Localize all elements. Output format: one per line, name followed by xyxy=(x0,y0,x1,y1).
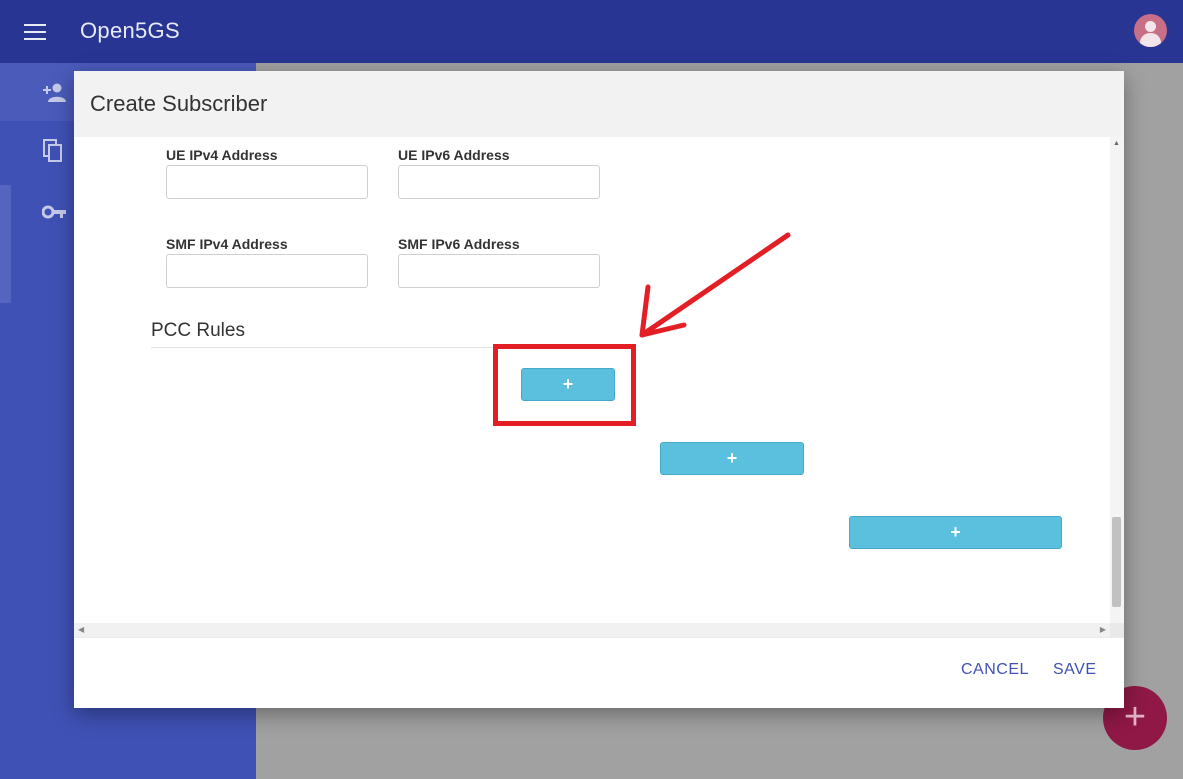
smf-ipv6-input[interactable] xyxy=(398,254,600,288)
smf-ipv4-label: SMF IPv4 Address xyxy=(166,236,288,252)
annotation-highlight-box xyxy=(493,344,636,426)
key-icon[interactable] xyxy=(41,203,68,226)
pcc-rules-title: PCC Rules xyxy=(151,320,245,341)
scrollbar-thumb[interactable] xyxy=(1112,517,1121,607)
smf-ipv4-input[interactable] xyxy=(166,254,368,288)
person-add-icon[interactable] xyxy=(42,81,66,109)
dialog-title: Create Subscriber xyxy=(90,91,268,116)
add-pcc-item-button[interactable]: + xyxy=(849,516,1062,549)
scrollbar-corner xyxy=(1110,623,1124,637)
ue-ipv6-label: UE IPv6 Address xyxy=(398,147,510,163)
annotation-arrow xyxy=(639,232,791,338)
ue-ipv4-label: UE IPv4 Address xyxy=(166,147,278,163)
copy-icon[interactable] xyxy=(42,139,64,169)
account-circle-icon[interactable] xyxy=(1134,14,1167,47)
scroll-left-icon[interactable]: ◀ xyxy=(78,625,84,634)
footer-divider xyxy=(74,637,1124,638)
ue-ipv4-input[interactable] xyxy=(166,165,368,199)
dialog-header: Create Subscriber xyxy=(74,71,1124,137)
smf-ipv6-label: SMF IPv6 Address xyxy=(398,236,520,252)
app-title: Open5GS xyxy=(80,18,180,43)
add-flow-button[interactable]: + xyxy=(660,442,804,475)
add-icon: + xyxy=(1123,696,1147,738)
scroll-up-icon[interactable]: ▲ xyxy=(1113,140,1120,147)
app-bar: Open5GS xyxy=(0,0,1183,63)
plus-icon: + xyxy=(726,448,738,468)
create-subscriber-dialog: Create Subscriber UE IPv4 Address UE IPv… xyxy=(74,71,1124,708)
section-divider xyxy=(151,347,501,348)
ue-ipv6-input[interactable] xyxy=(398,165,600,199)
sidebar-selection-strip xyxy=(0,185,11,303)
horizontal-scrollbar[interactable]: ◀ ▶ xyxy=(74,623,1110,637)
save-button[interactable]: SAVE xyxy=(1053,661,1097,679)
plus-icon: + xyxy=(950,522,961,542)
vertical-scrollbar[interactable]: ▲ xyxy=(1110,137,1124,623)
menu-icon[interactable] xyxy=(24,24,46,40)
scroll-right-icon[interactable]: ▶ xyxy=(1100,625,1106,634)
cancel-button[interactable]: CANCEL xyxy=(961,661,1029,679)
dialog-content: UE IPv4 Address UE IPv6 Address SMF IPv4… xyxy=(74,137,1124,637)
